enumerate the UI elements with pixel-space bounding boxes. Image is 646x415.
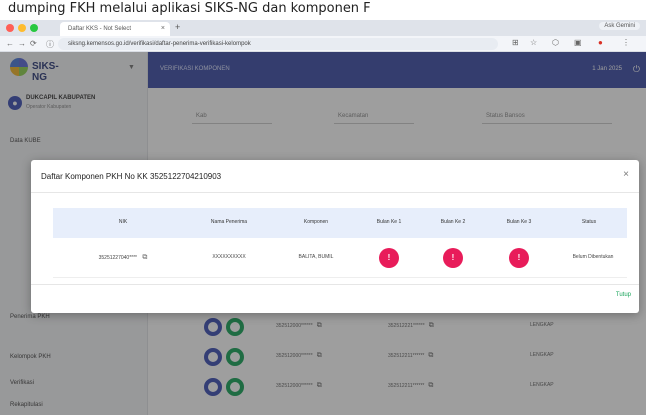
header-nik: NIK: [118, 219, 128, 225]
header-komponen: Komponen: [303, 219, 329, 225]
extensions-icon[interactable]: ⬡: [552, 38, 559, 47]
bulan-2-alert-icon[interactable]: !: [443, 248, 463, 268]
profile-icon[interactable]: ●: [598, 38, 603, 47]
reload-icon[interactable]: ⟳: [30, 39, 37, 48]
divider: [31, 284, 639, 285]
menu-icon[interactable]: ⋮: [622, 38, 630, 47]
ask-gemini-button[interactable]: Ask Gemini: [599, 22, 640, 30]
back-icon[interactable]: ←: [6, 39, 14, 48]
cell-nama: XXXXXXXXXX: [212, 254, 246, 260]
forward-icon[interactable]: →: [18, 39, 26, 48]
site-info-icon[interactable]: ⓘ: [46, 39, 54, 50]
browser-address-bar: ← → ⟳ ⓘ siksng.kemensos.go.id/verifikasi…: [0, 36, 646, 52]
header-bulan-3: Bulan Ke 3: [506, 219, 532, 225]
bulan-3-alert-icon[interactable]: !: [509, 248, 529, 268]
browser-tab-title: Daftar KKS - Not Select: [68, 26, 132, 32]
cell-nik: 35251227040**** ⧉: [73, 254, 173, 262]
divider: [31, 192, 639, 193]
close-icon[interactable]: ×: [623, 169, 629, 180]
translate-icon[interactable]: ⊞: [512, 38, 519, 47]
maximize-window-dot[interactable]: [30, 24, 38, 32]
browser-tab-bar: Daftar KKS - Not Select × + Ask Gemini: [0, 20, 646, 36]
close-window-dot[interactable]: [6, 24, 14, 32]
cell-komponen: BALITA, BUMIL: [298, 254, 334, 260]
header-bulan-2: Bulan Ke 2: [440, 219, 466, 225]
new-tab-button[interactable]: +: [175, 22, 180, 32]
caption-text: dumping FKH melalui aplikasi SIKS-NG dan…: [0, 0, 646, 20]
komponen-modal: Daftar Komponen PKH No KK 35251227042109…: [31, 160, 639, 313]
bookmark-icon[interactable]: ☆: [530, 38, 537, 47]
url-input[interactable]: siksng.kemensos.go.id/verifikasi/daftar-…: [58, 38, 498, 50]
close-tab-icon[interactable]: ×: [161, 22, 165, 36]
copy-icon[interactable]: ⧉: [142, 254, 147, 261]
minimize-window-dot[interactable]: [18, 24, 26, 32]
window-controls: [6, 24, 38, 32]
table-header: NIK Nama Penerima Komponen Bulan Ke 1 Bu…: [53, 208, 627, 238]
browser-tab[interactable]: Daftar KKS - Not Select ×: [60, 22, 170, 36]
table-row: 35251227040**** ⧉ XXXXXXXXXX BALITA, BUM…: [53, 238, 627, 278]
nik-value: 35251227040****: [98, 255, 137, 261]
header-bulan-1: Bulan Ke 1: [376, 219, 402, 225]
bulan-1-alert-icon[interactable]: !: [379, 248, 399, 268]
header-status: Status: [581, 219, 597, 225]
sidepanel-icon[interactable]: ▣: [574, 38, 582, 47]
cell-status: Belum Dibentukan: [572, 254, 614, 260]
header-nama: Nama Penerima: [210, 219, 248, 225]
close-modal-button[interactable]: Tutup: [616, 292, 631, 298]
modal-title: Daftar Komponen PKH No KK 35251227042109…: [41, 172, 222, 181]
